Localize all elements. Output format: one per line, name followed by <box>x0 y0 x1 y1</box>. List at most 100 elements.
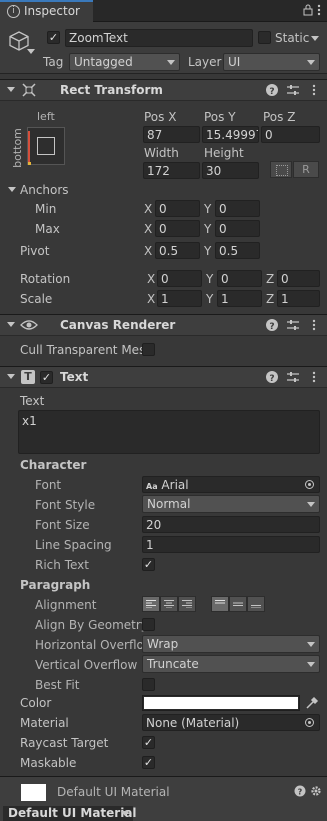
best-fit-checkbox[interactable] <box>142 678 155 691</box>
font-field[interactable]: Aa Arial <box>142 476 320 493</box>
rotation-y-field[interactable]: 0 <box>217 270 262 287</box>
foldout-arrow-icon[interactable] <box>7 322 15 327</box>
rotation-x-field[interactable]: 0 <box>157 270 202 287</box>
static-checkbox[interactable] <box>258 31 271 44</box>
anchor-max-y-label: Y <box>204 222 212 236</box>
line-spacing-field[interactable]: 1 <box>142 536 320 553</box>
preset-sliders-icon[interactable] <box>286 370 300 384</box>
anchor-min-label: Min <box>35 202 57 216</box>
object-picker-icon[interactable] <box>305 480 314 489</box>
pos-y-field[interactable]: 15.49997 <box>202 126 259 143</box>
kebab-menu-icon[interactable] <box>307 370 321 384</box>
object-picker-icon[interactable] <box>305 718 314 727</box>
horizontal-overflow-label: Horizontal Overflo <box>35 638 144 652</box>
cull-transparent-checkbox[interactable] <box>142 343 155 356</box>
component-header-icons: ? <box>265 318 321 332</box>
default-ui-material-dropdown[interactable]: Default UI Material <box>3 806 137 821</box>
color-swatch[interactable] <box>142 695 300 711</box>
lock-icon[interactable] <box>303 4 313 16</box>
align-middle-button[interactable] <box>229 596 247 612</box>
height-label: Height <box>204 146 244 160</box>
width-label: Width <box>144 146 179 160</box>
inspector-tab[interactable]: i Inspector <box>0 0 93 22</box>
anchor-min-y-label: Y <box>204 202 212 216</box>
scale-z-label: Z <box>266 292 275 306</box>
static-label: Static <box>275 31 310 45</box>
icon-dropdown-arrow-icon[interactable] <box>27 49 35 54</box>
font-size-field[interactable]: 20 <box>142 516 320 533</box>
tag-label: Tag <box>43 55 64 69</box>
preset-sliders-icon[interactable] <box>286 83 300 97</box>
rect-transform-title: Rect Transform <box>60 83 163 97</box>
foldout-arrow-icon[interactable] <box>7 374 15 379</box>
pivot-y-label: Y <box>204 244 212 258</box>
foldout-arrow-icon[interactable] <box>7 87 15 92</box>
anchor-max-y-field[interactable]: 0 <box>215 220 260 237</box>
maskable-checkbox[interactable]: ✓ <box>142 756 155 769</box>
scale-z-field[interactable]: 1 <box>277 290 320 307</box>
raycast-target-checkbox[interactable]: ✓ <box>142 736 155 749</box>
horizontal-overflow-dropdown[interactable]: Wrap <box>142 635 320 653</box>
active-checkbox[interactable]: ✓ <box>47 31 60 44</box>
vertical-overflow-dropdown[interactable]: Truncate <box>142 655 320 673</box>
pivot-y-field[interactable]: 0.5 <box>215 242 260 259</box>
font-style-dropdown[interactable]: Normal <box>142 495 320 513</box>
eye-icon <box>20 318 38 332</box>
preset-sliders-icon[interactable] <box>286 318 300 332</box>
kebab-menu-icon[interactable] <box>317 4 321 16</box>
text-enabled-checkbox[interactable]: ✓ <box>40 371 53 384</box>
kebab-menu-icon[interactable] <box>307 318 321 332</box>
align-left-button[interactable] <box>142 596 160 612</box>
scale-x-field[interactable]: 1 <box>157 290 202 307</box>
chevron-down-icon <box>307 502 315 507</box>
raw-edit-button[interactable]: R <box>293 161 319 178</box>
pos-x-field[interactable]: 87 <box>143 126 200 143</box>
canvas-renderer-header[interactable]: Canvas Renderer ? <box>0 314 327 336</box>
align-center-button[interactable] <box>160 596 178 612</box>
svg-text:?: ? <box>269 322 274 332</box>
layer-dropdown[interactable]: UI <box>223 53 320 71</box>
height-field[interactable]: 30 <box>202 162 259 179</box>
paragraph-header: Paragraph <box>20 578 91 592</box>
anchor-presets-button[interactable] <box>27 127 65 165</box>
tag-dropdown[interactable]: Untagged <box>69 53 180 71</box>
canvas-renderer-title: Canvas Renderer <box>60 318 176 332</box>
material-field[interactable]: None (Material) <box>142 714 320 731</box>
anchor-min-y-field[interactable]: 0 <box>215 200 260 217</box>
anchors-foldout-icon[interactable] <box>8 187 16 192</box>
svg-text:?: ? <box>269 374 274 384</box>
pos-z-field[interactable]: 0 <box>261 126 320 143</box>
help-icon[interactable]: ? <box>265 370 279 384</box>
rich-text-checkbox[interactable]: ✓ <box>142 558 155 571</box>
inspector-tab-title: Inspector <box>24 4 80 18</box>
align-right-button[interactable] <box>178 596 196 612</box>
rotation-z-field[interactable]: 0 <box>277 270 320 287</box>
width-field[interactable]: 172 <box>143 162 200 179</box>
eyedropper-icon[interactable] <box>305 696 319 710</box>
pos-z-label: Pos Z <box>263 110 296 124</box>
anchor-max-x-field[interactable]: 0 <box>155 220 200 237</box>
align-top-button[interactable] <box>211 596 229 612</box>
help-icon[interactable]: ? <box>265 83 279 97</box>
anchor-min-x-field[interactable]: 0 <box>155 200 200 217</box>
component-header-icons: ? <box>265 370 321 384</box>
align-geometry-checkbox[interactable] <box>142 618 155 631</box>
blueprint-mode-button[interactable] <box>270 161 292 178</box>
kebab-menu-icon[interactable] <box>307 83 321 97</box>
object-name-field[interactable]: ZoomText <box>65 29 253 47</box>
help-icon[interactable]: ? <box>294 785 306 797</box>
scale-y-field[interactable]: 1 <box>217 290 262 307</box>
text-area[interactable]: x1 <box>18 410 320 454</box>
best-fit-label: Best Fit <box>35 678 80 692</box>
align-bottom-button[interactable] <box>247 596 265 612</box>
anchor-preset-icon <box>37 137 55 155</box>
pivot-x-field[interactable]: 0.5 <box>155 242 200 259</box>
pivot-x-label: X <box>144 244 153 258</box>
rect-transform-header[interactable]: Rect Transform ? <box>0 79 327 101</box>
text-component-header[interactable]: T ✓ Text ? <box>0 366 327 388</box>
static-dropdown-arrow-icon[interactable] <box>311 36 319 41</box>
help-icon[interactable]: ? <box>265 318 279 332</box>
anchor-left-marker <box>28 131 30 163</box>
align-right-icon <box>182 600 192 608</box>
settings-gear-icon[interactable] <box>310 785 322 797</box>
